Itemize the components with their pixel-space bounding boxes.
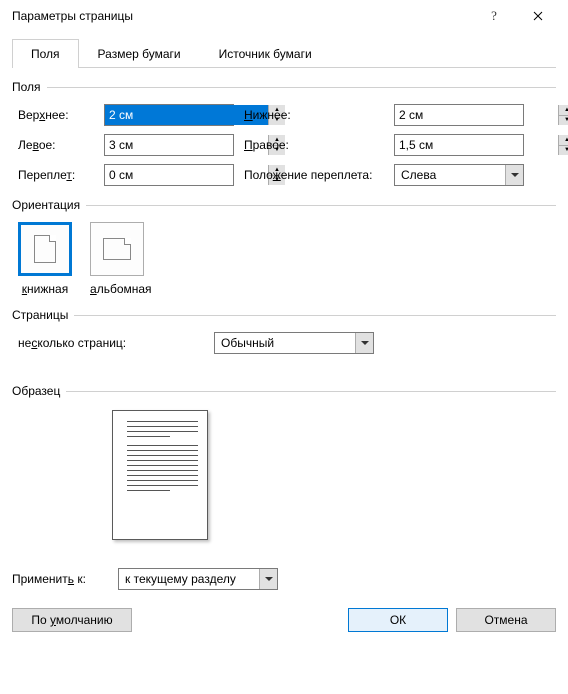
portrait-label: книжная <box>18 282 72 296</box>
bottom-spin-down[interactable] <box>559 116 568 126</box>
apply-to-chevron[interactable] <box>259 569 277 589</box>
multi-pages-dropdown[interactable]: Обычный <box>214 332 374 354</box>
left-spinner[interactable] <box>104 134 234 156</box>
right-spin-down[interactable] <box>559 146 568 156</box>
tabs: Поля Размер бумаги Источник бумаги <box>12 38 556 68</box>
section-preview-label: Образец <box>12 384 60 398</box>
tab-margins[interactable]: Поля <box>12 39 79 68</box>
section-pages-label: Страницы <box>12 308 68 322</box>
multi-pages-chevron[interactable] <box>355 333 373 353</box>
orientation-portrait[interactable] <box>18 222 72 276</box>
help-button[interactable]: ? <box>472 0 516 32</box>
divider <box>86 205 556 206</box>
apply-to-label: Применить к: <box>12 572 118 586</box>
default-button[interactable]: По умолчанию <box>12 608 132 632</box>
bottom-spin-up[interactable] <box>559 105 568 116</box>
cancel-button[interactable]: Отмена <box>456 608 556 632</box>
gutter-pos-label: Положение переплета: <box>234 168 394 182</box>
landscape-label: альбомная <box>90 282 152 296</box>
ok-button[interactable]: ОК <box>348 608 448 632</box>
gutter-pos-dropdown[interactable]: Слева <box>394 164 524 186</box>
divider <box>47 87 556 88</box>
apply-to-dropdown[interactable]: к текущему разделу <box>118 568 278 590</box>
chevron-down-icon <box>361 341 369 345</box>
divider <box>74 315 556 316</box>
gutter-pos-chevron[interactable] <box>505 165 523 185</box>
top-label: Верхнее: <box>18 108 104 122</box>
tab-paper[interactable]: Размер бумаги <box>79 39 200 68</box>
chevron-down-icon <box>265 577 273 581</box>
chevron-down-icon <box>511 173 519 177</box>
portrait-icon <box>34 235 56 263</box>
gutter-pos-value: Слева <box>395 165 505 185</box>
tab-source[interactable]: Источник бумаги <box>200 39 331 68</box>
right-spinner[interactable] <box>394 134 524 156</box>
orientation-landscape[interactable] <box>90 222 144 276</box>
bottom-label: Нижнее: <box>234 108 394 122</box>
right-spin-up[interactable] <box>559 135 568 146</box>
multi-pages-label: несколько страниц: <box>18 336 214 350</box>
top-spinner[interactable] <box>104 104 234 126</box>
window-title: Параметры страницы <box>8 9 472 23</box>
preview-page <box>112 410 208 540</box>
bottom-spinner[interactable] <box>394 104 524 126</box>
close-icon <box>533 11 543 21</box>
right-label: Правое: <box>234 138 394 152</box>
gutter-label: Переплет: <box>18 168 104 182</box>
gutter-spinner[interactable] <box>104 164 234 186</box>
close-button[interactable] <box>516 0 560 32</box>
section-margins-label: Поля <box>12 80 41 94</box>
apply-to-value: к текущему разделу <box>119 569 259 589</box>
titlebar: Параметры страницы ? <box>0 0 568 32</box>
bottom-input[interactable] <box>395 105 558 125</box>
section-orientation-label: Ориентация <box>12 198 80 212</box>
left-label: Левое: <box>18 138 104 152</box>
divider <box>66 391 556 392</box>
multi-pages-value: Обычный <box>215 333 355 353</box>
right-input[interactable] <box>395 135 558 155</box>
landscape-icon <box>103 238 131 260</box>
